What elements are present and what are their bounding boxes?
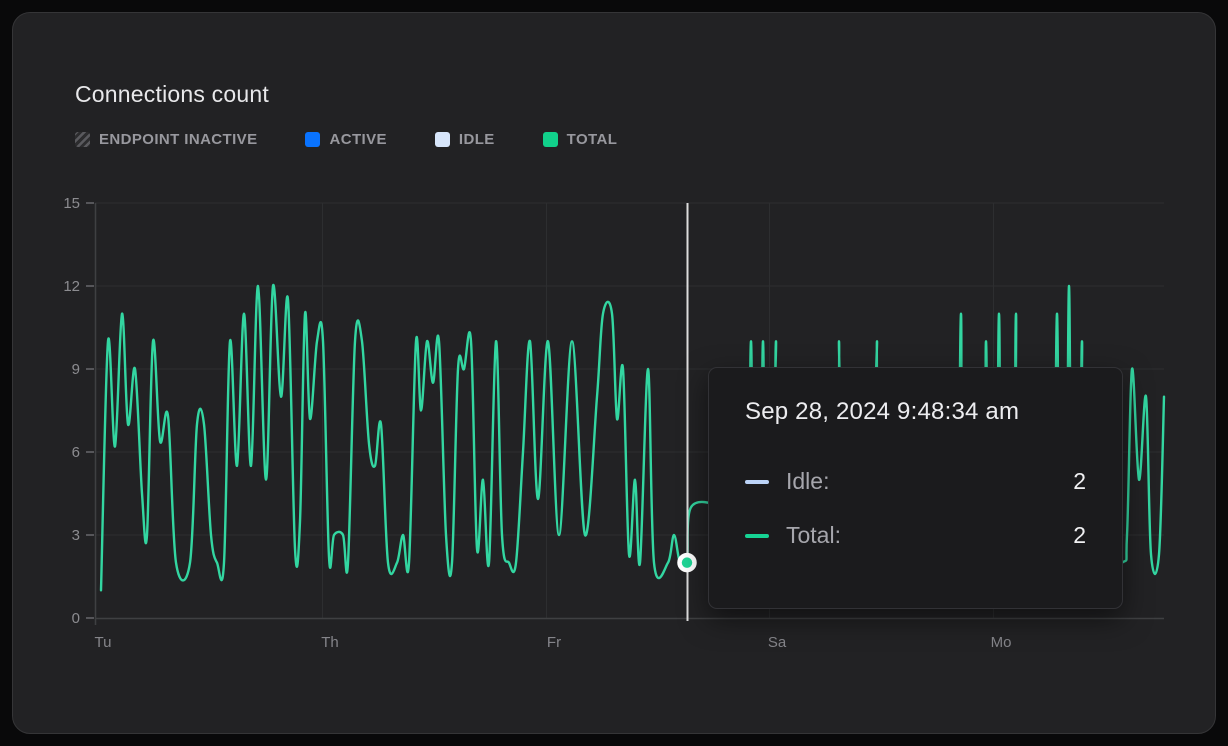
total-dash-icon [745,534,769,538]
x-tick-label: Fr [547,634,561,651]
tooltip-value: 2 [1073,468,1086,495]
idle-dash-icon [745,480,769,484]
tooltip-row-idle: Idle: 2 [745,468,1086,495]
y-tick-label: 9 [72,361,80,378]
tooltip-rows: Idle: 2 Total: 2 [745,468,1086,549]
tooltip-value: 2 [1073,522,1086,549]
y-tick-label: 6 [72,444,80,461]
active-point-marker[interactable] [680,555,695,570]
y-axis-labels: 15 12 9 6 3 0 [63,195,80,627]
tooltip-label: Total: [786,522,841,549]
y-tick-label: 3 [72,527,80,544]
x-tick-label: Tu [95,634,112,651]
tooltip-timestamp: Sep 28, 2024 9:48:34 am [745,398,1086,426]
chart-tooltip: Sep 28, 2024 9:48:34 am Idle: 2 Total: 2 [708,367,1123,609]
chart-cursor [680,203,695,621]
tooltip-row-total: Total: 2 [745,522,1086,549]
x-tick-label: Sa [768,634,787,651]
x-tick-label: Mo [991,634,1012,651]
tooltip-label: Idle: [786,468,829,495]
x-tick-label: Th [321,634,339,651]
y-tick-label: 0 [72,610,80,627]
y-tick-label: 12 [63,278,80,295]
x-axis-labels: Tu Th Fr Sa Mo [95,634,1012,651]
y-tick-label: 15 [63,195,80,212]
